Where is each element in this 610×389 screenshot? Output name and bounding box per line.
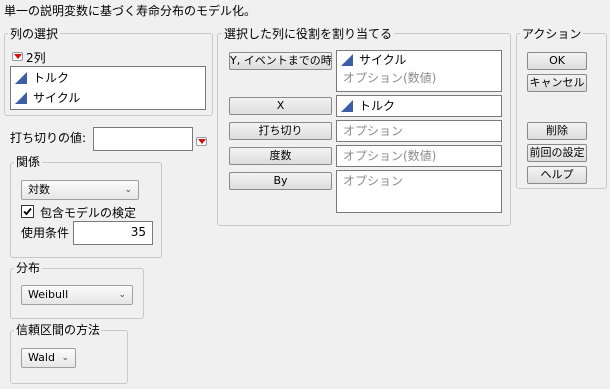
role-item-label: トルク bbox=[359, 99, 396, 113]
role-list-y-time-to-event[interactable]: サイクル オプション(数値) bbox=[336, 50, 502, 92]
role-item-cycles[interactable]: サイクル bbox=[337, 51, 501, 69]
use-condition-input[interactable]: 35 bbox=[73, 221, 153, 245]
recall-button[interactable]: 前回の設定 bbox=[527, 144, 587, 162]
continuous-column-icon bbox=[341, 100, 353, 112]
column-count-label: 2列 bbox=[26, 51, 46, 65]
use-condition-label: 使用条件 bbox=[21, 226, 70, 240]
role-item-torque[interactable]: トルク bbox=[337, 96, 501, 116]
help-button[interactable]: ヘルプ bbox=[527, 166, 587, 184]
ci-method-legend: 信頼区間の方法 bbox=[14, 323, 103, 337]
nested-model-test-checkbox[interactable] bbox=[21, 205, 34, 218]
ok-button[interactable]: OK bbox=[527, 52, 587, 70]
role-placeholder: オプション(数値) bbox=[343, 71, 437, 85]
ci-method-selected-value: Wald bbox=[28, 351, 55, 364]
column-item-torque[interactable]: トルク bbox=[11, 68, 205, 88]
relationship-select[interactable]: 対数 ⌄ bbox=[21, 180, 139, 200]
distribution-legend: 分布 bbox=[14, 261, 43, 275]
select-columns-legend: 列の選択 bbox=[8, 27, 61, 41]
ci-method-select[interactable]: Wald ⌄ bbox=[21, 348, 76, 368]
role-button-y-time-to-event[interactable]: Y, イベントまでの時間 bbox=[229, 52, 332, 70]
role-list-x[interactable]: トルク bbox=[336, 95, 502, 117]
remove-button[interactable]: 削除 bbox=[527, 122, 587, 140]
continuous-column-icon bbox=[15, 72, 27, 84]
chevron-down-icon: ⌄ bbox=[61, 353, 69, 363]
role-list-by[interactable]: オプション bbox=[336, 170, 502, 213]
cast-roles-legend: 選択した列に役割を割り当てる bbox=[222, 27, 395, 41]
column-list[interactable]: トルク サイクル bbox=[10, 66, 206, 110]
distribution-selected-value: Weibull bbox=[28, 288, 69, 301]
censor-code-input[interactable] bbox=[93, 127, 193, 151]
column-item-label: トルク bbox=[33, 71, 70, 85]
column-item-cycles[interactable]: サイクル bbox=[11, 88, 205, 108]
continuous-column-icon bbox=[15, 92, 27, 104]
role-list-censor[interactable]: オプション bbox=[336, 120, 502, 142]
continuous-column-icon bbox=[341, 54, 353, 66]
chevron-down-icon: ⌄ bbox=[118, 290, 126, 300]
column-options-red-triangle-icon[interactable] bbox=[12, 52, 23, 61]
chevron-down-icon: ⌄ bbox=[124, 185, 132, 195]
checkmark-icon bbox=[23, 207, 32, 216]
role-button-frequency[interactable]: 度数 bbox=[229, 147, 332, 165]
role-button-x[interactable]: X bbox=[229, 97, 332, 115]
censor-code-label: 打ち切りの値: bbox=[10, 131, 87, 145]
role-list-frequency[interactable]: オプション(数値) bbox=[336, 145, 502, 167]
role-button-censor[interactable]: 打ち切り bbox=[229, 122, 332, 140]
action-legend: アクション bbox=[520, 27, 584, 41]
cancel-button[interactable]: キャンセル bbox=[527, 74, 587, 92]
role-item-label: サイクル bbox=[359, 53, 407, 67]
dialog-description: 単一の説明変数に基づく寿命分布のモデル化。 bbox=[4, 4, 257, 18]
relationship-selected-value: 対数 bbox=[28, 183, 50, 196]
column-item-label: サイクル bbox=[33, 91, 81, 105]
censor-options-red-triangle-icon[interactable] bbox=[196, 137, 207, 146]
role-button-by[interactable]: By bbox=[229, 172, 332, 190]
distribution-select[interactable]: Weibull ⌄ bbox=[21, 285, 133, 305]
nested-model-test-label: 包含モデルの検定 bbox=[40, 206, 137, 220]
relationship-legend: 関係 bbox=[14, 155, 43, 169]
